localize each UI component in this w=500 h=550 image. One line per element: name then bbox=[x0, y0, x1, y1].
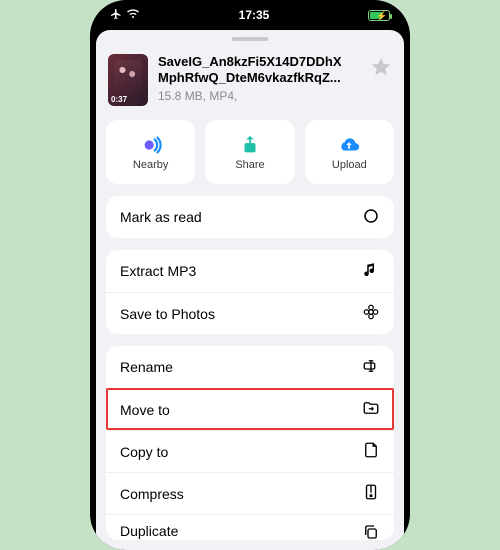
group-2: Extract MP3 Save to Photos bbox=[106, 250, 394, 334]
nearby-icon bbox=[139, 134, 163, 156]
circle-icon bbox=[362, 207, 380, 228]
mark-as-read-row[interactable]: Mark as read bbox=[106, 196, 394, 238]
row-label: Rename bbox=[120, 359, 173, 375]
share-button[interactable]: Share bbox=[205, 120, 294, 184]
airplane-icon bbox=[110, 8, 122, 23]
group-1: Mark as read bbox=[106, 196, 394, 238]
share-label: Share bbox=[235, 159, 264, 171]
row-label: Mark as read bbox=[120, 209, 202, 225]
status-bar: 17:35 ⚡ bbox=[90, 0, 410, 30]
upload-button[interactable]: Upload bbox=[305, 120, 394, 184]
video-duration: 0:37 bbox=[111, 95, 127, 104]
nearby-label: Nearby bbox=[133, 159, 168, 171]
upload-cloud-icon bbox=[337, 134, 361, 156]
folder-arrow-icon bbox=[362, 399, 380, 420]
battery-icon: ⚡ bbox=[368, 10, 390, 21]
sheet-grabber[interactable] bbox=[232, 37, 268, 41]
row-label: Move to bbox=[120, 402, 170, 418]
document-icon bbox=[362, 441, 380, 462]
phone-frame: 17:35 ⚡ 0:37 SaveIG_An8kzFi5X14D7DDhXMph… bbox=[90, 0, 410, 550]
status-time: 17:35 bbox=[239, 8, 270, 22]
rename-icon bbox=[362, 357, 380, 378]
extract-mp3-row[interactable]: Extract MP3 bbox=[106, 250, 394, 292]
zip-icon bbox=[362, 483, 380, 504]
music-note-icon bbox=[362, 261, 380, 282]
file-name: SaveIG_An8kzFi5X14D7DDhXMphRfwQ_DteM6vka… bbox=[158, 54, 360, 87]
duplicate-row[interactable]: Duplicate bbox=[106, 514, 394, 540]
share-icon bbox=[238, 134, 262, 156]
quick-actions: Nearby Share Upload bbox=[96, 120, 404, 196]
row-label: Extract MP3 bbox=[120, 263, 196, 279]
compress-row[interactable]: Compress bbox=[106, 472, 394, 514]
star-icon[interactable] bbox=[370, 56, 392, 78]
row-label: Compress bbox=[120, 486, 184, 502]
row-label: Duplicate bbox=[120, 523, 178, 539]
upload-label: Upload bbox=[332, 159, 367, 171]
row-label: Save to Photos bbox=[120, 306, 215, 322]
file-header: 0:37 SaveIG_An8kzFi5X14D7DDhXMphRfwQ_Dte… bbox=[96, 46, 404, 120]
file-info: 15.8 MB, MP4, bbox=[158, 89, 360, 103]
photos-icon bbox=[362, 303, 380, 324]
wifi-icon bbox=[126, 8, 140, 23]
copy-to-row[interactable]: Copy to bbox=[106, 430, 394, 472]
rename-row[interactable]: Rename bbox=[106, 346, 394, 388]
video-thumbnail[interactable]: 0:37 bbox=[108, 54, 148, 106]
action-sheet: 0:37 SaveIG_An8kzFi5X14D7DDhXMphRfwQ_Dte… bbox=[96, 30, 404, 550]
group-3: Rename Move to Copy to Compress Duplicat… bbox=[106, 346, 394, 540]
row-label: Copy to bbox=[120, 444, 168, 460]
save-to-photos-row[interactable]: Save to Photos bbox=[106, 292, 394, 334]
move-to-row[interactable]: Move to bbox=[106, 388, 394, 430]
nearby-button[interactable]: Nearby bbox=[106, 120, 195, 184]
duplicate-icon bbox=[362, 523, 380, 540]
